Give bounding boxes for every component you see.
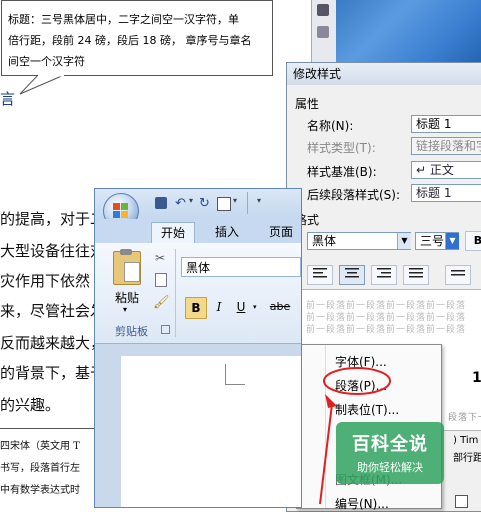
preview-next-paragraph: 段落下一	[448, 413, 481, 423]
next-style-label: 后续段落样式(S):	[307, 188, 401, 202]
word-window: ↶ ▾ ↻ ▾ ▾ 开始 插入 页面 粘贴 ▾ ✂ 🖌 黑体 B I U ▾ a…	[94, 188, 302, 508]
doc-line: 来，尽管社会发	[0, 302, 106, 320]
watermark-subtitle: 助你轻松解决	[357, 461, 423, 474]
doc-line: 的兴趣。	[0, 396, 61, 414]
dialog-launcher-icon[interactable]	[161, 325, 170, 334]
line-spacing-icon	[451, 270, 465, 276]
name-label: 名称(N):	[307, 119, 354, 133]
tab-insert[interactable]: 插入	[205, 222, 249, 243]
strikethrough-button[interactable]: abe	[265, 297, 295, 317]
doc-note-line: 四宋体（英文用 T	[0, 441, 80, 452]
save-icon[interactable]	[317, 4, 329, 16]
doc-bottom-note: 四宋体（英文用 T 书写，段落首行左 中有数学表达式时	[0, 428, 96, 506]
redo-icon[interactable]: ↻	[199, 196, 210, 211]
document-page[interactable]	[121, 356, 301, 507]
preview-heading: 1	[472, 370, 481, 386]
based-on-select[interactable]: ↵ 正文	[411, 161, 481, 179]
chevron-down-icon[interactable]: ▾	[253, 303, 257, 311]
checkbox[interactable]	[455, 495, 468, 508]
type-select[interactable]: 链接段落和字	[411, 137, 481, 155]
print-preview-icon[interactable]	[217, 197, 231, 211]
bold-button[interactable]: B	[465, 231, 481, 251]
doc-line: 反而越来越大，	[0, 334, 106, 352]
justify-icon	[409, 268, 423, 278]
doc-line: 灾作用下依然	[0, 272, 91, 290]
callout-tail	[19, 74, 65, 95]
copy-icon[interactable]	[155, 273, 167, 287]
ribbon-home: 粘贴 ▾ ✂ 🖌 黑体 B I U ▾ abe 剪贴板	[95, 243, 301, 344]
preview-side-text: ) Tim	[453, 435, 479, 446]
chevron-down-icon[interactable]: ▾	[233, 196, 237, 205]
paste-button[interactable]: 粘贴	[115, 289, 139, 306]
based-on-label: 样式基准(B):	[307, 165, 377, 179]
underline-button[interactable]: U	[231, 297, 251, 317]
ribbon-tabs: 开始 插入 页面	[95, 219, 301, 243]
chevron-down-icon[interactable]: ▼	[397, 233, 411, 249]
chevron-down-icon[interactable]: ▾	[123, 305, 127, 314]
undo-icon[interactable]	[317, 26, 329, 38]
doc-line: 的背景下，基于	[0, 364, 106, 382]
document-area	[95, 344, 301, 507]
callout-line: 倍行距，段前 24 磅，段后 18 磅， 章序号与章名	[8, 34, 252, 47]
preview-prev-paragraph: 前一段落前一段落前一段落前一段落	[306, 325, 467, 335]
line-spacing-button[interactable]	[445, 265, 471, 285]
name-field[interactable]: 标题 1	[411, 115, 481, 133]
align-right-button[interactable]	[371, 265, 397, 285]
clipboard-group-label: 剪贴板	[115, 325, 148, 338]
next-style-select[interactable]: 标题 1	[411, 184, 481, 202]
customize-toolbar-icon[interactable]: ▾	[257, 196, 261, 205]
cut-icon[interactable]: ✂	[155, 251, 165, 265]
chevron-down-icon[interactable]: ▾	[189, 196, 193, 205]
justify-button[interactable]	[403, 265, 429, 285]
divider	[175, 249, 176, 337]
section-properties: 属性	[295, 97, 320, 111]
office-logo-icon	[113, 203, 120, 210]
side-toolbar	[311, 0, 336, 62]
doc-note-line: 书写，段落首行左	[0, 463, 80, 474]
watermark-logo: 百科全说 助你轻松解决	[336, 422, 444, 484]
align-center-button[interactable]	[339, 265, 365, 285]
font-select[interactable]: 黑体	[307, 232, 411, 250]
doc-heading-fragment: 言	[0, 90, 16, 108]
paste-icon[interactable]	[113, 249, 141, 285]
align-right-icon	[377, 268, 391, 278]
doc-line: 大型设备往往对	[0, 242, 106, 260]
undo-icon[interactable]: ↶	[175, 196, 186, 211]
format-painter-icon[interactable]: 🖌	[153, 295, 170, 310]
chevron-down-icon[interactable]: ▼	[445, 233, 459, 249]
callout-line: 标题：三号黑体居中，二字之间空一汉字符，单	[8, 13, 239, 26]
callout-line: 间空一个汉字符	[8, 55, 85, 68]
font-name-input[interactable]: 黑体	[181, 257, 301, 277]
type-label: 样式类型(T):	[307, 141, 376, 155]
preview-side-text: 部行距	[453, 453, 481, 464]
callout-annotation: 标题：三号黑体居中，二字之间空一汉字符，单 倍行距，段前 24 磅，段后 18 …	[1, 0, 273, 76]
divider	[247, 192, 248, 214]
align-left-button[interactable]	[307, 265, 333, 285]
doc-note-line: 中有数学表达式时	[0, 485, 80, 496]
watermark-title: 百科全说	[352, 434, 428, 455]
align-left-icon	[313, 268, 327, 278]
tab-home[interactable]: 开始	[151, 222, 195, 243]
dialog-title: 修改样式	[287, 63, 481, 85]
doc-line: 的提高，对于二	[0, 210, 106, 228]
italic-button[interactable]: I	[209, 297, 229, 317]
save-icon[interactable]	[155, 197, 167, 209]
tab-page-layout[interactable]: 页面	[259, 222, 303, 243]
align-center-icon	[345, 268, 359, 278]
bold-button[interactable]: B	[185, 297, 207, 319]
